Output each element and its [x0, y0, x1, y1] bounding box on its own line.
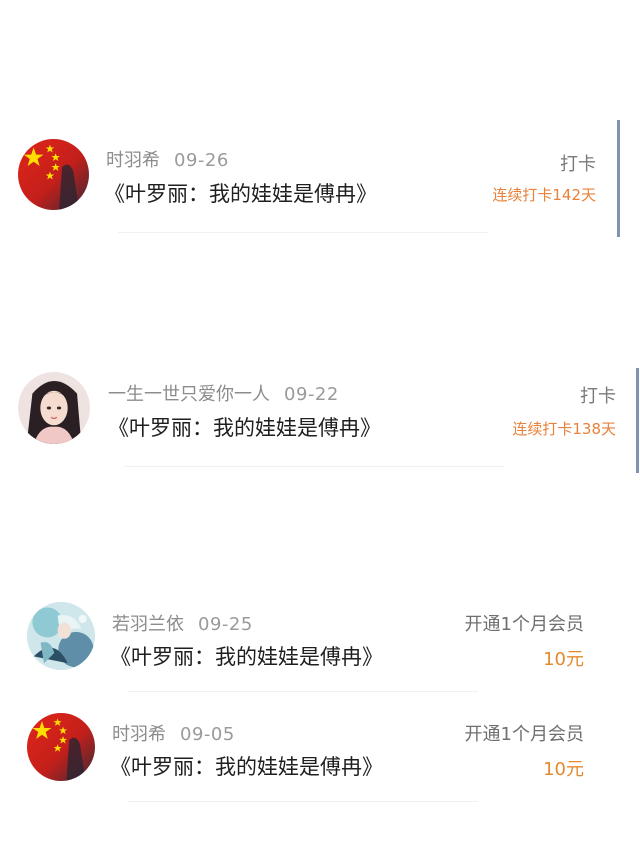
book-title[interactable]: 《叶罗丽：我的娃娃是傅冉》 [110, 641, 383, 671]
divider [128, 691, 478, 692]
activity-entry[interactable]: 时羽希 09-05 《叶罗丽：我的娃娃是傅冉》 开通1个月会员 10元 [0, 700, 640, 820]
china-flag-avatar-icon[interactable] [18, 139, 89, 210]
divider [124, 466, 504, 467]
post-date: 09-05 [180, 724, 235, 745]
book-title[interactable]: 《叶罗丽：我的娃娃是傅冉》 [104, 178, 377, 208]
book-title[interactable]: 《叶罗丽：我的娃娃是傅冉》 [110, 751, 383, 781]
streak-label: 连续打卡142天 [492, 186, 596, 204]
username[interactable]: 时羽希 [106, 150, 160, 171]
anime-character-avatar-icon[interactable] [27, 602, 95, 670]
price-label: 10元 [543, 649, 584, 670]
action-label: 开通1个月会员 [464, 614, 584, 635]
action-label: 打卡 [560, 154, 596, 175]
activity-entry[interactable]: 时羽希 09-26 《叶罗丽：我的娃娃是傅冉》 打卡 连续打卡142天 [0, 0, 640, 260]
streak-label: 连续打卡138天 [512, 420, 616, 438]
activity-entry[interactable]: 一生一世只爱你一人 09-22 《叶罗丽：我的娃娃是傅冉》 打卡 连续打卡138天 [0, 260, 640, 520]
scroll-indicator [636, 368, 639, 473]
post-date: 09-25 [198, 614, 253, 635]
action-label: 打卡 [580, 386, 616, 407]
post-date: 09-26 [174, 150, 229, 171]
action-label: 开通1个月会员 [464, 724, 584, 745]
book-title[interactable]: 《叶罗丽：我的娃娃是傅冉》 [108, 412, 381, 442]
price-label: 10元 [543, 759, 584, 780]
portrait-avatar-icon[interactable] [18, 372, 90, 444]
username[interactable]: 时羽希 [112, 724, 166, 745]
post-date: 09-22 [284, 384, 339, 405]
activity-entry[interactable]: 若羽兰依 09-25 《叶罗丽：我的娃娃是傅冉》 开通1个月会员 10元 [0, 590, 640, 700]
china-flag-avatar-icon[interactable] [27, 713, 95, 781]
divider [118, 232, 488, 233]
username[interactable]: 一生一世只爱你一人 [108, 384, 270, 405]
divider [128, 801, 478, 802]
username[interactable]: 若羽兰依 [112, 614, 184, 635]
scroll-indicator [617, 120, 620, 237]
